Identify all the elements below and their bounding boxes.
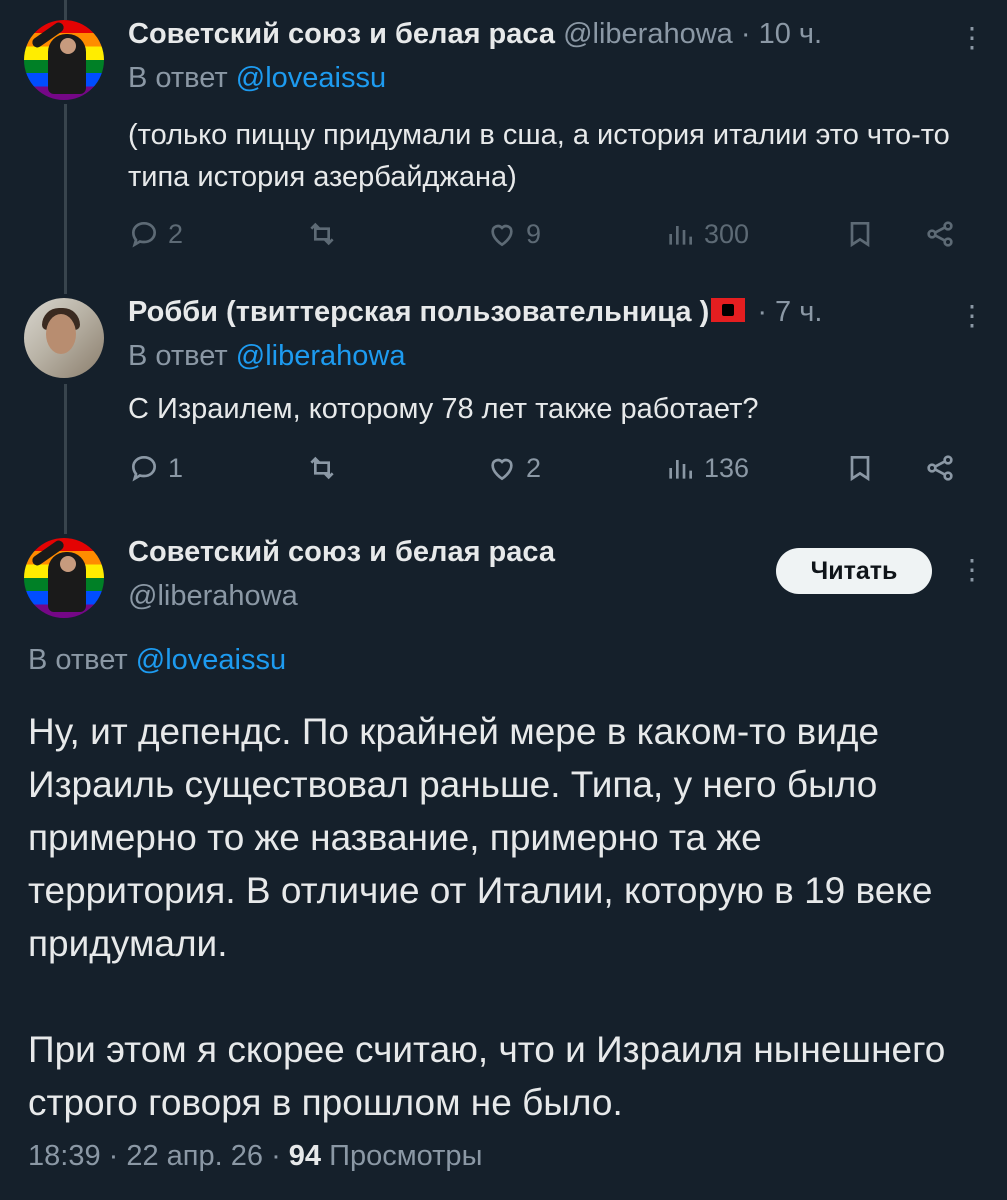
like-count: 9 — [526, 218, 542, 249]
thread-line-1 — [64, 104, 67, 294]
reply-mention-link[interactable]: @liberahowa — [236, 340, 406, 372]
share-button[interactable] — [924, 452, 956, 484]
tweet-date[interactable]: 22 апр. 26 — [126, 1140, 263, 1172]
views-icon — [669, 226, 692, 245]
reply-label: В ответ — [128, 62, 228, 94]
retweet-button[interactable] — [306, 218, 338, 250]
reply-context: В ответ @liberahowa — [128, 340, 405, 373]
bookmark-button[interactable] — [844, 452, 876, 484]
views-button[interactable]: 136 — [664, 452, 749, 484]
share-icon — [927, 455, 953, 481]
tweet-text: Ну, ит депендс. По крайней мере в каком-… — [28, 705, 978, 1129]
reply-icon — [131, 455, 157, 482]
like-icon — [491, 458, 513, 481]
like-button[interactable]: 2 — [486, 452, 541, 484]
paragraph: Ну, ит депендс. По крайней мере в каком-… — [28, 711, 933, 964]
views-button[interactable]: 300 — [664, 218, 749, 250]
tweet-text: (только пиццу придумали в сша, а история… — [128, 119, 950, 193]
reply-button[interactable]: 1 — [128, 452, 183, 484]
views-count: 300 — [704, 218, 750, 249]
action-bar: 1 2 136 — [128, 452, 968, 492]
avatar[interactable] — [24, 20, 104, 100]
retweet-button[interactable] — [306, 452, 338, 484]
thread-line-2 — [64, 384, 67, 534]
retweet-icon — [310, 456, 334, 480]
more-icon[interactable]: ⋮ — [958, 24, 986, 52]
reply-context: В ответ @loveaissu — [28, 644, 286, 677]
bookmark-icon — [850, 456, 870, 482]
reply-icon — [131, 221, 157, 248]
author-name[interactable]: Робби (твиттерская пользовательница ) — [128, 296, 709, 328]
reply-context: В ответ @loveaissu — [128, 62, 386, 95]
share-button[interactable] — [924, 218, 956, 250]
action-bar: 2 9 300 — [128, 218, 968, 258]
tweet-meta: 18:39 · 22 апр. 26 · 94 Просмотры — [28, 1140, 483, 1172]
more-icon[interactable]: ⋮ — [958, 302, 986, 330]
albania-flag-icon — [711, 298, 746, 323]
tweet-time[interactable]: 10 ч. — [759, 18, 822, 50]
views-label: Просмотры — [329, 1140, 483, 1172]
tweet-author[interactable]: Робби (твиттерская пользовательница ) · … — [128, 296, 822, 329]
avatar[interactable] — [24, 298, 104, 378]
share-icon — [927, 221, 953, 247]
reply-button[interactable]: 2 — [128, 218, 183, 250]
tweet-author[interactable]: Советский союз и белая раса @liberahowa … — [128, 18, 822, 51]
bookmark-icon — [850, 222, 870, 248]
avatar[interactable] — [24, 538, 104, 618]
like-icon — [491, 224, 513, 247]
reply-mention-link[interactable]: @loveaissu — [136, 644, 286, 676]
reply-count: 1 — [168, 452, 184, 483]
retweet-icon — [310, 222, 334, 246]
reply-label: В ответ — [28, 644, 128, 676]
tweet-time[interactable]: 18:39 — [28, 1140, 101, 1172]
author-handle[interactable]: @liberahowa — [128, 580, 298, 613]
like-button[interactable]: 9 — [486, 218, 541, 250]
reply-label: В ответ — [128, 340, 228, 372]
reply-mention-link[interactable]: @loveaissu — [236, 62, 386, 94]
tweet-time[interactable]: 7 ч. — [775, 296, 822, 328]
thread-line-top — [64, 0, 67, 20]
tweet-text: С Израилем, которому 78 лет также работа… — [128, 393, 759, 425]
follow-button[interactable]: Читать — [776, 548, 932, 594]
more-icon[interactable]: ⋮ — [958, 556, 986, 584]
views-icon — [669, 460, 692, 479]
views-count: 136 — [704, 452, 750, 483]
paragraph: При этом я скорее считаю, что и Израиля … — [28, 1029, 946, 1123]
like-count: 2 — [526, 452, 542, 483]
author-handle[interactable]: @liberahowa — [563, 18, 733, 50]
author-name[interactable]: Советский союз и белая раса — [128, 18, 555, 50]
author-name[interactable]: Советский союз и белая раса — [128, 536, 555, 569]
bookmark-button[interactable] — [844, 218, 876, 250]
views-count: 94 — [288, 1140, 322, 1172]
reply-count: 2 — [168, 218, 184, 249]
